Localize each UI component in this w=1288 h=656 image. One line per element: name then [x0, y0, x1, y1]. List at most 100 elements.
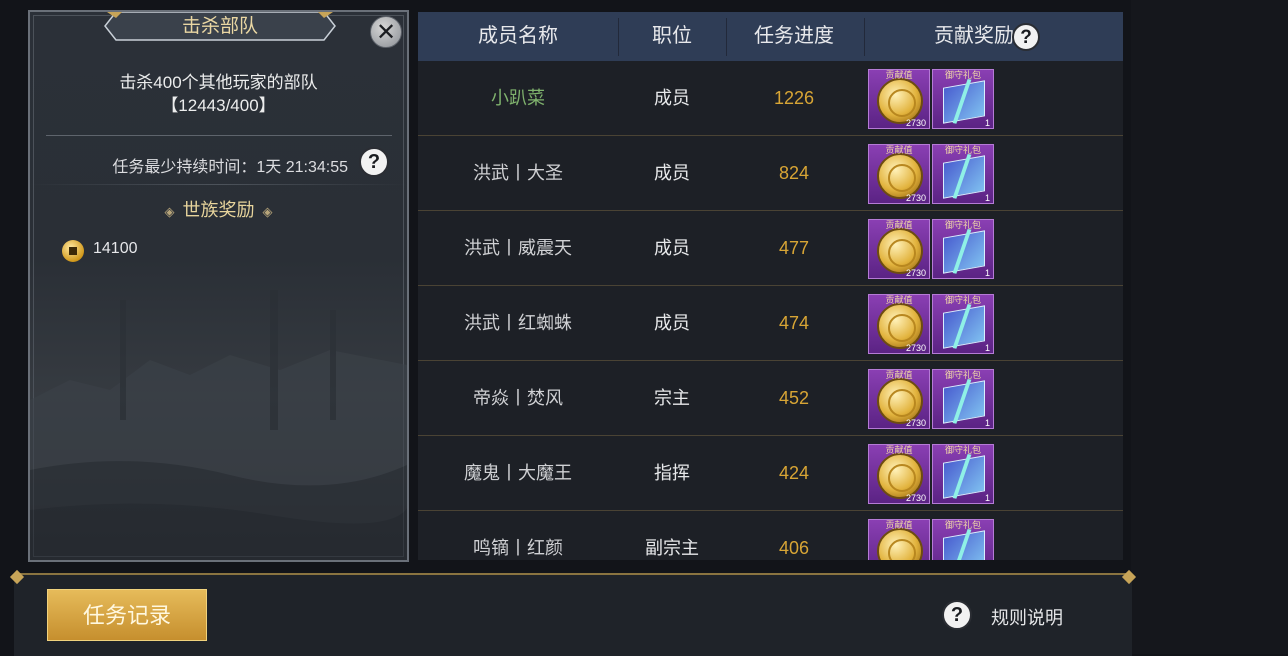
- gift-pack-reward-item[interactable]: 御守礼包 1: [932, 369, 994, 429]
- item-label: 贡献值: [885, 445, 913, 455]
- contribution-reward-item[interactable]: 贡献值 2730: [868, 294, 930, 354]
- contribution-reward-item[interactable]: 贡献值 2730: [868, 69, 930, 129]
- table-row: 洪武丨威震天 成员 477 贡献值 2730 御守礼包 1: [418, 211, 1123, 286]
- panel-title: 击杀部队: [181, 16, 258, 37]
- gift-book-icon: [943, 455, 985, 499]
- clan-reward-value: 14100: [93, 240, 138, 257]
- header-reward: 贡献奖励: [864, 12, 1084, 61]
- item-quantity: 1: [984, 118, 990, 128]
- member-progress: 406: [778, 538, 810, 558]
- clan-reward-label: 世族奖励: [182, 200, 255, 220]
- item-quantity: 1: [984, 493, 990, 503]
- gift-book-icon: [943, 305, 985, 349]
- item-quantity: 2730: [905, 118, 926, 128]
- item-quantity: 1: [984, 418, 990, 428]
- divider: [46, 135, 392, 136]
- landscape-background: [30, 290, 407, 560]
- item-quantity: 2730: [905, 268, 926, 278]
- gift-pack-reward-item[interactable]: 御守礼包 1: [932, 444, 994, 504]
- member-name: 洪武丨威震天: [464, 238, 572, 258]
- reward-items: 贡献值 2730 御守礼包 1: [868, 69, 1008, 129]
- item-label: 御守礼包: [944, 220, 981, 230]
- reward-items: 贡献值 2730 御守礼包1: [868, 294, 1008, 354]
- bottom-bar: 任务记录 ? 规则说明: [14, 573, 1132, 656]
- member-role: 成员: [654, 313, 690, 333]
- item-label: 贡献值: [885, 295, 913, 305]
- contribution-reward-item[interactable]: 贡献值 2730: [868, 444, 930, 504]
- task-record-button[interactable]: 任务记录: [47, 589, 207, 641]
- item-label: 御守礼包: [944, 145, 981, 155]
- reward-items: 贡献值2730御守礼包1: [868, 144, 1008, 204]
- header-role: 职位: [652, 25, 692, 47]
- member-name: 洪武丨大圣: [473, 163, 563, 183]
- contribution-reward-item[interactable]: 贡献值2730: [868, 369, 930, 429]
- header-reward-label: 贡献奖励: [934, 25, 1014, 47]
- member-role: 成员: [654, 88, 690, 108]
- reward-items: 贡献值2730 御守礼包 1: [868, 369, 1008, 429]
- member-progress: 474: [778, 313, 810, 333]
- item-label: 御守礼包: [944, 70, 981, 80]
- item-label: 御守礼包: [944, 520, 981, 530]
- member-name: 魔鬼丨大魔王: [464, 463, 572, 483]
- item-label: 御守礼包: [944, 445, 981, 455]
- table-row: 帝焱丨焚风 宗主 452 贡献值 2730 御守礼包 1: [418, 361, 1123, 436]
- task-progress-text: 【12443/400】: [161, 96, 276, 115]
- reward-items: 贡献值 2730 御守礼包 1: [868, 444, 1008, 504]
- item-label: 贡献值: [885, 370, 913, 380]
- item-quantity: 1: [984, 343, 990, 353]
- member-name: 小趴菜: [491, 88, 545, 108]
- task-description: 击杀400个其他玩家的部队: [119, 73, 318, 92]
- gift-pack-reward-item[interactable]: 御守礼包1: [932, 519, 994, 560]
- gift-book-icon: [943, 230, 985, 274]
- contribution-reward-item[interactable]: 贡献值2730: [868, 519, 930, 560]
- member-progress: 824: [778, 163, 810, 183]
- gift-book-icon: [943, 380, 985, 424]
- member-progress: 452: [778, 388, 810, 408]
- member-progress: 424: [778, 463, 810, 483]
- member-role: 成员: [654, 163, 690, 183]
- rules-link[interactable]: 规则说明: [991, 604, 1063, 630]
- gift-book-icon: [943, 155, 985, 199]
- gift-pack-reward-item[interactable]: 御守礼包1: [932, 144, 994, 204]
- item-label: 贡献值: [885, 145, 913, 155]
- close-button[interactable]: ✕: [370, 16, 402, 48]
- gift-book-icon: [943, 530, 985, 560]
- member-role: 指挥: [654, 463, 690, 483]
- item-quantity: 1: [984, 268, 990, 278]
- table-row: 洪武丨红蜘蛛 成员 474 贡献值 2730 御守礼包 1: [418, 286, 1123, 361]
- reward-items: 贡献值2730御守礼包1: [868, 519, 1008, 560]
- member-role: 宗主: [654, 388, 690, 408]
- item-label: 贡献值: [885, 520, 913, 530]
- contribution-reward-item[interactable]: 贡献值2730: [868, 144, 930, 204]
- member-name: 洪武丨红蜘蛛: [464, 313, 572, 333]
- reward-items: 贡献值 2730 御守礼包 1: [868, 219, 1008, 279]
- gift-book-icon: [943, 80, 985, 124]
- task-duration: 任务最少持续时间：1天 21:34:55: [112, 159, 348, 176]
- divider: [30, 184, 407, 185]
- ornament-icon: ◈: [262, 204, 273, 219]
- item-quantity: 2730: [905, 343, 926, 353]
- table-row: 洪武丨大圣 成员 824 贡献值 2730 御守礼包 1: [418, 136, 1123, 211]
- gift-pack-reward-item[interactable]: 御守礼包1: [932, 294, 994, 354]
- member-table: 成员名称 职位 任务进度 贡献奖励 ? 小趴菜 成员 1226 贡献值 2730 御守礼包…: [418, 12, 1123, 560]
- member-progress: 477: [778, 238, 810, 258]
- item-label: 御守礼包: [944, 370, 981, 380]
- table-row: 鸣镝丨红颜 副宗主 406 贡献值2730御守礼包1: [418, 511, 1123, 560]
- gift-pack-reward-item[interactable]: 御守礼包 1: [932, 69, 994, 129]
- member-progress: 1226: [773, 88, 815, 108]
- reward-help-icon[interactable]: ?: [1012, 23, 1040, 51]
- header-progress: 任务进度: [754, 25, 834, 47]
- rules-help-icon[interactable]: ?: [942, 600, 972, 630]
- gift-pack-reward-item[interactable]: 御守礼包 1: [932, 219, 994, 279]
- member-name: 鸣镝丨红颜: [473, 538, 563, 558]
- item-quantity: 2730: [905, 493, 926, 503]
- side-margin: [1131, 0, 1288, 654]
- member-role: 副宗主: [645, 538, 699, 558]
- item-label: 贡献值: [885, 70, 913, 80]
- item-label: 贡献值: [885, 220, 913, 230]
- task-panel: 击杀部队 ✕ 击杀400个其他玩家的部队 【12443/400】 任务最少持续时…: [28, 10, 409, 562]
- contribution-reward-item[interactable]: 贡献值 2730: [868, 219, 930, 279]
- header-member-name: 成员名称: [478, 25, 558, 47]
- ornament-icon: ◈: [164, 204, 175, 219]
- duration-help-icon[interactable]: ?: [359, 147, 389, 177]
